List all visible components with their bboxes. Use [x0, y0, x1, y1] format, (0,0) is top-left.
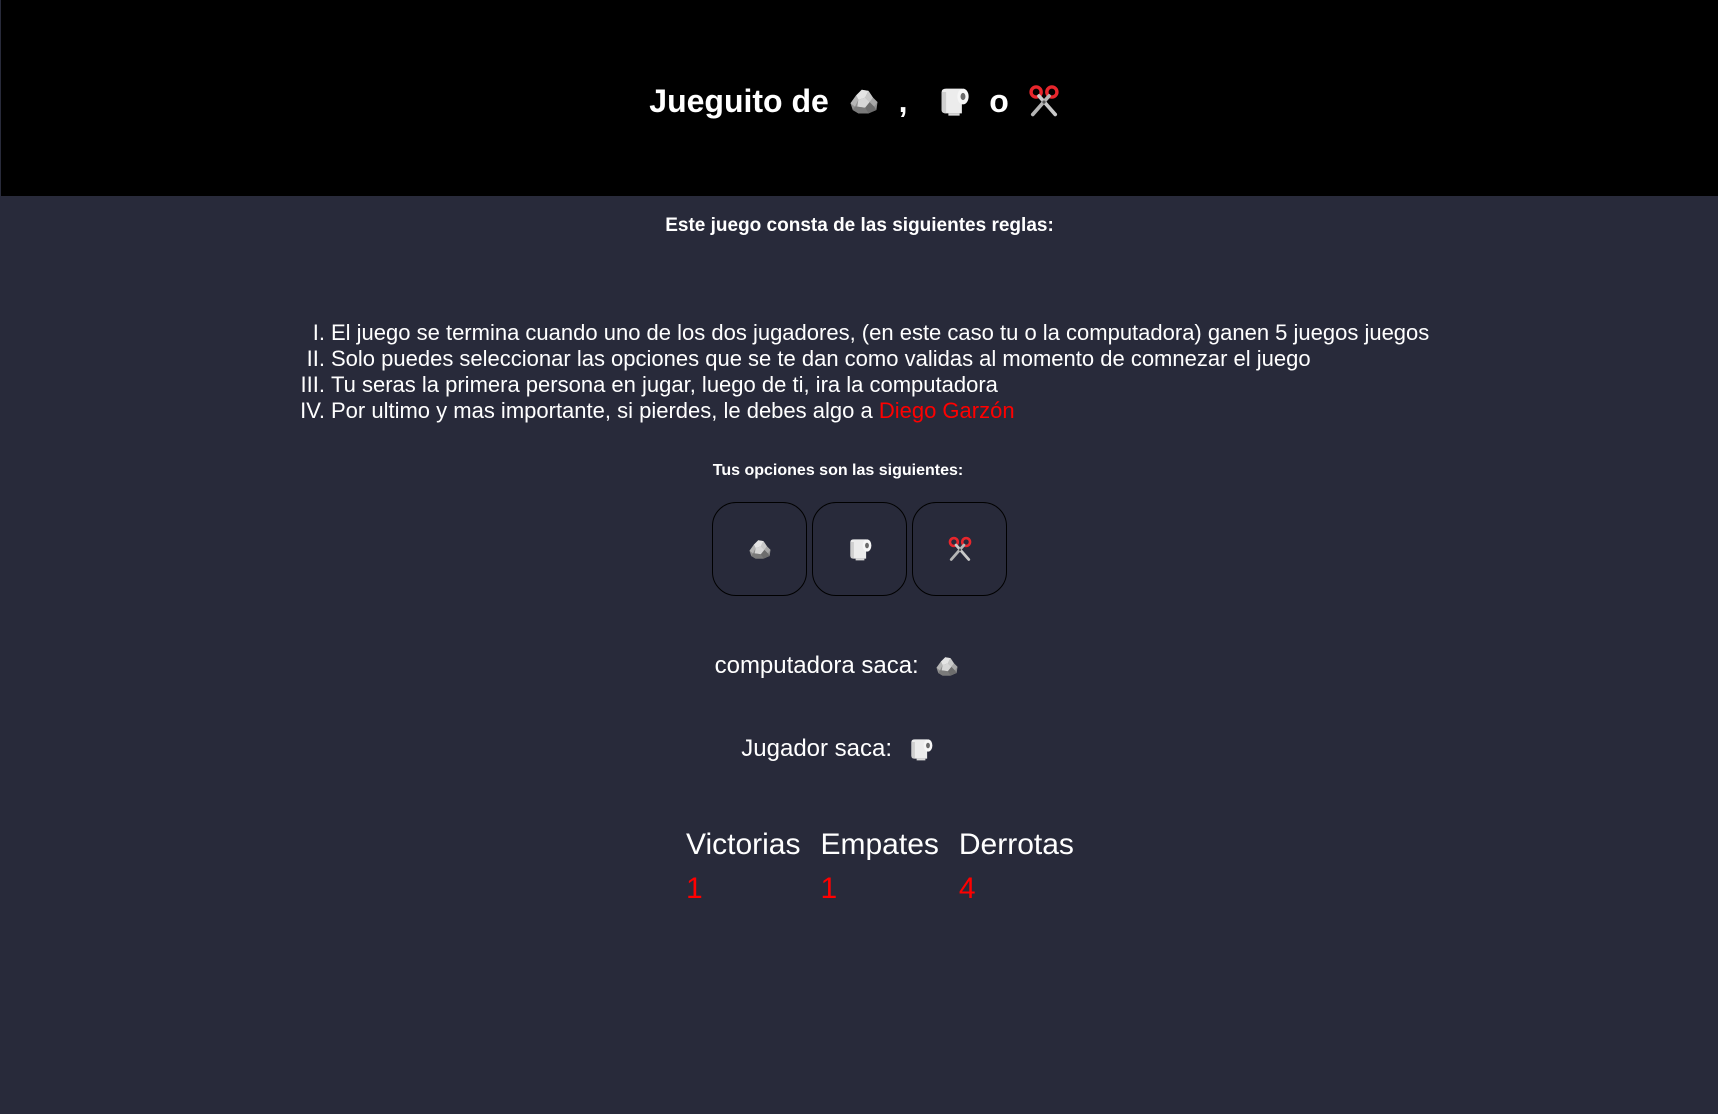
title-prefix: Jueguito de: [649, 82, 829, 119]
wins-label: Victorias: [686, 828, 801, 861]
author-link[interactable]: Diego Garzón: [879, 398, 1015, 423]
rule-number: III.: [300, 372, 325, 397]
rock-icon: [846, 83, 882, 119]
rule-text: Tu seras la primera persona en jugar, lu…: [331, 372, 998, 397]
rule-item: III. Tu seras la primera persona en juga…: [301, 372, 1429, 398]
rock-button[interactable]: [712, 502, 807, 596]
draws-count: 1: [820, 872, 838, 905]
rock-icon: [746, 535, 774, 563]
rule-item: II. Solo puedes seleccionar las opciones…: [307, 346, 1429, 372]
rule-item: I. El juego se termina cuando uno de los…: [313, 320, 1430, 346]
toilet-paper-icon: [936, 83, 972, 119]
rule-text: Solo puedes seleccionar las opciones que…: [331, 346, 1311, 371]
rule-number: IV.: [300, 398, 325, 423]
computer-result-label: computadora saca:: [714, 651, 919, 679]
losses-count: 4: [958, 872, 976, 905]
scissors-button[interactable]: [912, 502, 1007, 596]
rock-icon: [933, 652, 961, 680]
scissors-icon: [946, 535, 974, 563]
page: Jueguito de , o Este juego consta de las…: [1, 0, 1718, 1114]
toilet-paper-icon: [846, 535, 874, 563]
rules-list: I. El juego se termina cuando uno de los…: [300, 320, 1430, 424]
options-heading: Tus opciones son las siguientes:: [712, 462, 964, 479]
losses-column: Derrotas 4: [959, 827, 1074, 907]
page-title: Jueguito de , o: [1, 78, 1718, 121]
wins-count: 1: [686, 872, 703, 905]
title-o: o: [989, 82, 1009, 119]
rule-number: I.: [312, 320, 325, 345]
wins-column: Victorias 1: [686, 827, 801, 907]
losses-label: Derrotas: [958, 828, 1074, 861]
options-group: [712, 502, 1007, 596]
rule-item: IV. Por ultimo y mas importante, si pier…: [300, 398, 1429, 424]
scissors-icon: [1026, 83, 1062, 119]
rules-heading: Este juego consta de las siguientes regl…: [665, 215, 1054, 236]
player-result-label: Jugador saca:: [741, 734, 893, 762]
header: Jueguito de , o: [1, 0, 1718, 196]
draws-label: Empates: [820, 828, 939, 861]
rule-text: Por ultimo y mas importante, si pierdes,…: [331, 398, 879, 423]
title-comma: ,: [898, 82, 908, 119]
rule-text: El juego se termina cuando uno de los do…: [331, 320, 1430, 345]
toilet-paper-icon: [907, 735, 935, 763]
scoreboard: Victorias 1 Empates 1 Derrotas 4: [686, 827, 1074, 907]
paper-button[interactable]: [812, 502, 907, 596]
rule-number: II.: [306, 346, 325, 371]
player-result: Jugador saca:: [1, 733, 1675, 764]
computer-result: computadora saca:: [1, 650, 1675, 681]
draws-column: Empates 1: [821, 827, 939, 907]
